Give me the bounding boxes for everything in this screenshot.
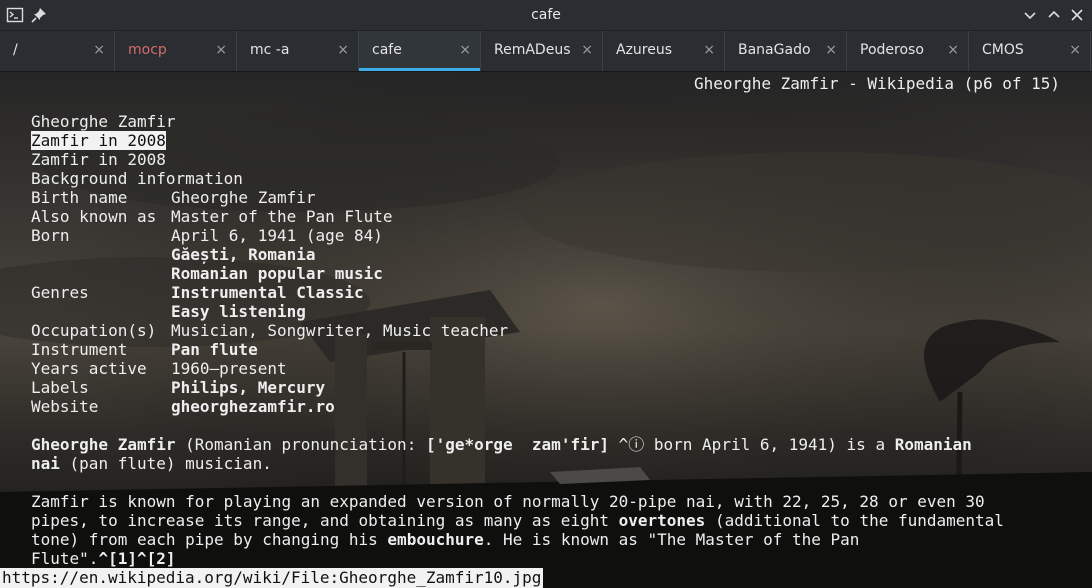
para2-line2: pipes, to increase its range, and obtain… bbox=[31, 511, 1004, 530]
terminal-view[interactable]: Gheorghe Zamfir - Wikipedia (p6 of 15) G… bbox=[0, 72, 1092, 588]
reference-links[interactable]: ^[1]^[2] bbox=[98, 549, 175, 568]
row-labels: Labels Philips, Mercury bbox=[31, 378, 325, 397]
website-link[interactable]: gheorghezamfir.ro bbox=[171, 397, 335, 416]
para2-line3: tone) from each pipe by changing his emb… bbox=[31, 530, 859, 549]
tab-label: RemADeus bbox=[494, 42, 571, 58]
row-occupation: Occupation(s) Musician, Songwriter, Music… bbox=[31, 321, 508, 340]
born-place-link[interactable]: Găești, Romania bbox=[171, 245, 316, 264]
tab-mocp[interactable]: mocp × bbox=[115, 31, 237, 71]
window-title: cafe bbox=[531, 7, 561, 23]
section-heading: Background information bbox=[31, 169, 243, 188]
tab-close-icon[interactable]: × bbox=[703, 42, 715, 58]
genre-link[interactable]: Easy listening bbox=[171, 302, 306, 321]
row-label: Birth name bbox=[31, 188, 128, 207]
tab-close-icon[interactable]: × bbox=[825, 42, 837, 58]
embouchure-link[interactable]: embouchure bbox=[387, 530, 483, 549]
nai-link[interactable]: nai bbox=[31, 454, 60, 473]
instrument-link[interactable]: Pan flute bbox=[171, 340, 258, 359]
tab-bar: / × mocp × mc -a × cafe × RemADeus × Azu… bbox=[0, 31, 1092, 72]
tab-label: BanaGado bbox=[738, 42, 811, 58]
maximize-chevron-icon[interactable] bbox=[1045, 6, 1063, 24]
tab-label: Azureus bbox=[616, 42, 673, 58]
para2-line1: Zamfir is known for playing an expanded … bbox=[31, 492, 985, 511]
scrollbar[interactable] bbox=[1084, 72, 1092, 588]
cursor-char: Z bbox=[31, 131, 41, 150]
tab-azureus[interactable]: Azureus × bbox=[603, 31, 725, 71]
para-text: Flute". bbox=[31, 549, 99, 568]
close-window-icon[interactable] bbox=[1068, 6, 1086, 24]
tab-cmos[interactable]: CMOS × bbox=[969, 31, 1091, 71]
row-value: Musician, Songwriter, Music teacher bbox=[171, 321, 509, 340]
para-text: (pan flute) musician. bbox=[59, 454, 272, 473]
caption-text: Zamfir in 2008 bbox=[31, 150, 166, 169]
row-label: Website bbox=[31, 397, 99, 416]
tab-close-icon[interactable]: × bbox=[581, 42, 593, 58]
genre-link[interactable]: Romanian popular music bbox=[171, 264, 383, 283]
name-bold: Gheorghe Zamfir bbox=[31, 435, 176, 454]
row-value: April 6, 1941 (age 84) bbox=[171, 226, 383, 245]
row-birth-name: Birth name Gheorghe Zamfir bbox=[31, 188, 316, 207]
tab-label: cafe bbox=[372, 42, 402, 58]
tab-root[interactable]: / × bbox=[0, 31, 115, 71]
row-years-active: Years active 1960–present bbox=[31, 359, 287, 378]
para2-line4: Flute".^[1]^[2] bbox=[31, 549, 176, 568]
para-text: tone) from each pipe by changing his bbox=[31, 530, 388, 549]
tab-close-icon[interactable]: × bbox=[215, 42, 227, 58]
row-label: Born bbox=[31, 226, 70, 245]
row-value: Master of the Pan Flute bbox=[171, 207, 393, 226]
status-url: https://en.wikipedia.org/wiki/File:Gheor… bbox=[0, 568, 544, 588]
row-genres: Genres Instrumental Classic bbox=[31, 283, 364, 302]
tab-close-icon[interactable]: × bbox=[1069, 42, 1081, 58]
page-header: Gheorghe Zamfir - Wikipedia (p6 of 15) bbox=[693, 74, 1060, 93]
row-label: Occupation(s) bbox=[31, 321, 157, 340]
tab-close-icon[interactable]: × bbox=[337, 42, 349, 58]
row-label: Genres bbox=[31, 283, 89, 302]
tab-label: / bbox=[13, 42, 18, 58]
row-born: Born April 6, 1941 (age 84) bbox=[31, 226, 383, 245]
infobox-heading: Gheorghe Zamfir bbox=[31, 112, 176, 131]
para-text: (Romanian pronunciation: bbox=[175, 435, 426, 454]
row-aka: Also known as Master of the Pan Flute bbox=[31, 207, 393, 226]
para-text: ^ⓘ born April 6, 1941) is a bbox=[608, 435, 895, 454]
row-label: Labels bbox=[31, 378, 89, 397]
row-label: Years active bbox=[31, 359, 147, 378]
row-value: Gheorghe Zamfir bbox=[171, 188, 316, 207]
para-text: pipes, to increase its range, and obtain… bbox=[31, 511, 619, 530]
tab-close-icon[interactable]: × bbox=[947, 42, 959, 58]
tab-poderoso[interactable]: Poderoso × bbox=[847, 31, 969, 71]
caption-selected-text: amfir in 2008 bbox=[40, 131, 166, 150]
row-label: Also known as bbox=[31, 207, 157, 226]
row-value: 1960–present bbox=[171, 359, 287, 378]
tab-banagado[interactable]: BanaGado × bbox=[725, 31, 847, 71]
row-label: Instrument bbox=[31, 340, 128, 359]
para-text: . He is known as "The Master of the Pan bbox=[483, 530, 860, 549]
ipa-link[interactable]: ['ge*orge zam'fir] bbox=[426, 435, 609, 454]
tab-close-icon[interactable]: × bbox=[93, 42, 105, 58]
labels-link[interactable]: Philips, Mercury bbox=[171, 378, 325, 397]
caption-link[interactable]: Zamfir in 2008 bbox=[31, 131, 166, 150]
tab-label: Poderoso bbox=[860, 42, 924, 58]
tab-label: CMOS bbox=[982, 42, 1024, 58]
para1-line1: Gheorghe Zamfir (Romanian pronunciation:… bbox=[31, 435, 972, 454]
tab-remadeus[interactable]: RemADeus × bbox=[481, 31, 603, 71]
romanian-link[interactable]: Romanian bbox=[895, 435, 972, 454]
tab-close-icon[interactable]: × bbox=[459, 42, 471, 58]
para1-line2: nai (pan flute) musician. bbox=[31, 454, 272, 473]
tab-cafe[interactable]: cafe × bbox=[359, 31, 481, 71]
terminal-text[interactable]: Gheorghe Zamfir - Wikipedia (p6 of 15) G… bbox=[0, 72, 1092, 588]
title-bar: cafe bbox=[0, 0, 1092, 31]
genre-link[interactable]: Instrumental Classic bbox=[171, 283, 364, 302]
row-website: Website gheorghezamfir.ro bbox=[31, 397, 335, 416]
tab-label: mocp bbox=[128, 42, 167, 58]
minimize-chevron-icon[interactable] bbox=[1021, 6, 1039, 24]
row-instrument: Instrument Pan flute bbox=[31, 340, 258, 359]
tab-mc[interactable]: mc -a × bbox=[237, 31, 359, 71]
tab-label: mc -a bbox=[250, 42, 290, 58]
para-text: (additional to the fundamental bbox=[705, 511, 1004, 530]
overtones-link[interactable]: overtones bbox=[619, 511, 706, 530]
